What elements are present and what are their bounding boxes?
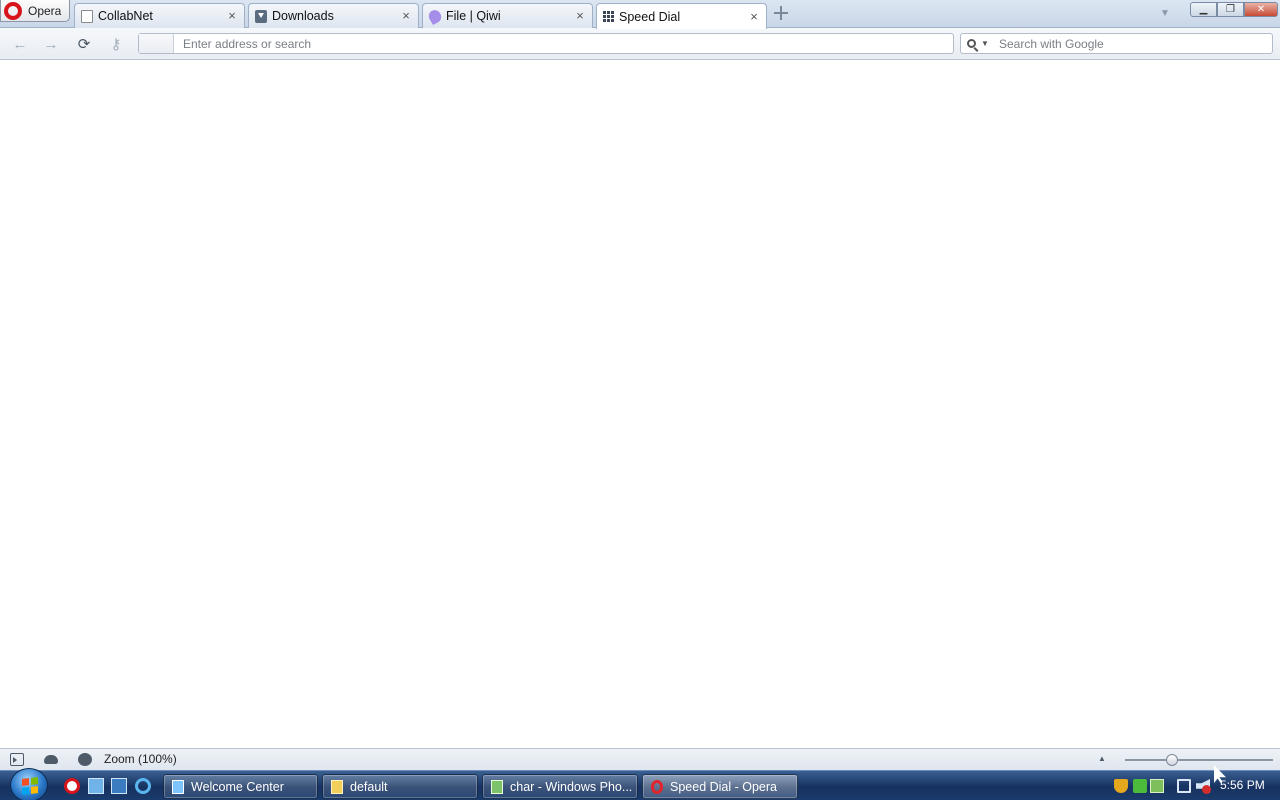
volume-muted-badge-icon [1202, 785, 1211, 794]
window-restore-button[interactable]: ❐ [1217, 2, 1244, 17]
window-close-button[interactable]: ✕ [1244, 2, 1278, 17]
document-icon [81, 9, 93, 23]
view-menu-up-arrow-icon[interactable]: ▲ [1098, 754, 1106, 763]
zoom-slider-track [1125, 759, 1273, 761]
photo-viewer-icon [491, 779, 503, 794]
taskbar-window-welcome-center[interactable]: Welcome Center [163, 774, 318, 799]
app-tray-icon[interactable] [1150, 779, 1164, 793]
windows-taskbar: Welcome Center default char - Windows Ph… [0, 768, 1280, 800]
taskbar-clock[interactable]: 5:56 PM [1220, 778, 1265, 792]
antivirus-check-tray-icon[interactable] [1133, 779, 1147, 793]
opera-logo-icon [4, 1, 22, 20]
opera-icon [651, 779, 663, 794]
search-engine-selector[interactable]: ▼ [961, 39, 999, 48]
zoom-label: Zoom (100%) [104, 752, 177, 766]
page-content [0, 61, 1280, 748]
tab-close-icon[interactable]: × [748, 10, 760, 23]
windows-logo-icon [22, 777, 38, 795]
folder-icon [331, 779, 343, 794]
status-bar: Zoom (100%) ▲ [0, 748, 1280, 770]
opera-turbo-icon[interactable] [78, 753, 92, 766]
tab-close-icon[interactable]: × [400, 9, 412, 22]
start-button[interactable] [10, 768, 48, 800]
download-icon [255, 9, 267, 23]
tab-downloads[interactable]: Downloads × [248, 3, 419, 28]
taskbar-window-opera[interactable]: Speed Dial - Opera [642, 774, 798, 799]
tab-list-chevron-down-icon[interactable]: ▼ [1160, 8, 1170, 19]
tab-strip: Opera CollabNet × Downloads × File | Qiw… [0, 0, 1280, 29]
tab-file-qiwi[interactable]: File | Qiwi × [422, 3, 593, 28]
taskbar-window-label: default [350, 779, 388, 794]
opera-menu-button[interactable]: Opera [0, 0, 70, 22]
tab-label: File | Qiwi [446, 9, 501, 23]
window-minimize-button[interactable]: ▁ [1190, 2, 1217, 17]
reload-icon[interactable]: ⟳ [73, 34, 95, 54]
key-icon[interactable]: ⚷ [105, 34, 127, 54]
tab-label: Speed Dial [619, 9, 681, 24]
forward-arrow-icon[interactable]: → [40, 34, 62, 54]
panel-toggle-icon[interactable] [10, 753, 24, 766]
tab-label: Downloads [272, 9, 334, 23]
quick-launch-opera-icon[interactable] [64, 778, 80, 794]
zoom-slider-thumb[interactable] [1166, 754, 1178, 766]
new-tab-plus-icon[interactable] [773, 5, 789, 21]
tab-speed-dial[interactable]: Speed Dial × [596, 3, 767, 29]
taskbar-window-label: char - Windows Pho... [510, 779, 633, 794]
chevron-down-icon: ▼ [981, 39, 989, 48]
tab-label: CollabNet [98, 9, 153, 23]
site-badge[interactable] [139, 34, 174, 53]
quick-launch-switch-windows-icon[interactable] [111, 778, 127, 794]
taskbar-window-label: Welcome Center [191, 779, 284, 794]
quick-launch-internet-explorer-icon[interactable] [135, 778, 151, 794]
address-input[interactable] [174, 34, 953, 53]
search-bar: ▼ [960, 33, 1273, 54]
security-shield-tray-icon[interactable] [1114, 779, 1128, 793]
back-arrow-icon[interactable]: ← [9, 34, 31, 54]
tab-close-icon[interactable]: × [226, 9, 238, 22]
welcome-center-icon [172, 779, 184, 794]
taskbar-window-label: Speed Dial - Opera [670, 779, 778, 794]
taskbar-window-default[interactable]: default [322, 774, 478, 799]
opera-unite-cloud-icon[interactable] [44, 755, 58, 764]
tab-close-icon[interactable]: × [574, 9, 586, 22]
zoom-slider[interactable] [1125, 753, 1273, 767]
opera-menu-label: Opera [28, 3, 62, 18]
quick-launch-show-desktop-icon[interactable] [88, 778, 104, 794]
navigation-toolbar: ← → ⟳ ⚷ ▼ [0, 28, 1280, 60]
tab-collabnet[interactable]: CollabNet × [74, 3, 245, 28]
taskbar-window-photo-viewer[interactable]: char - Windows Pho... [482, 774, 638, 799]
network-tray-icon[interactable] [1177, 779, 1191, 793]
speed-dial-grid-icon [603, 11, 614, 22]
search-icon [967, 39, 976, 48]
qiwi-icon [426, 7, 444, 25]
address-bar [138, 33, 954, 54]
search-input[interactable] [999, 36, 1272, 51]
